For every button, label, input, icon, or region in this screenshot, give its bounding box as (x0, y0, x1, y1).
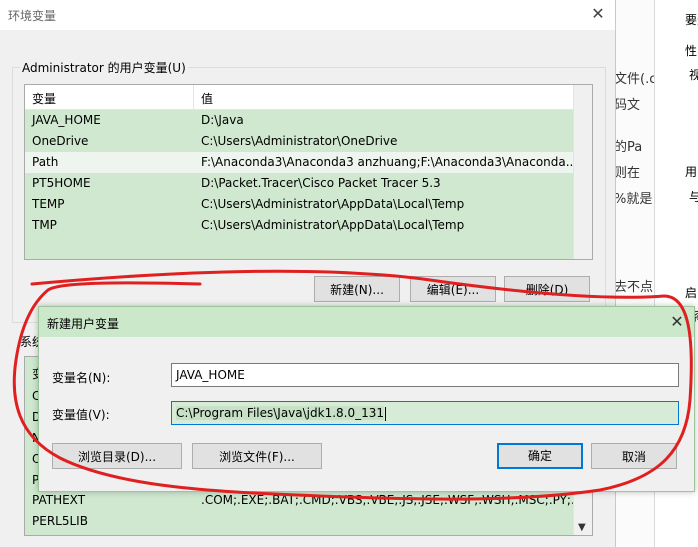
text-caret (385, 406, 387, 421)
background-text: 的Pa (614, 140, 643, 155)
panel-label: 性 (685, 44, 698, 58)
browse-file-button[interactable]: 浏览文件(F)... (192, 443, 322, 469)
panel-label: 要选 (685, 13, 698, 27)
variable-value: D:\Packet.Tracer\Cisco Packet Tracer 5.3 (201, 176, 441, 190)
variable-name-label: 变量名(N): (52, 371, 111, 385)
panel-label: 与 (689, 190, 698, 204)
column-header-variable[interactable]: 变量 (32, 90, 56, 107)
variable-value: F:\Anaconda3\Anaconda3 anzhuang;F:\Anaco… (201, 155, 578, 169)
browse-directory-button[interactable]: 浏览目录(D)... (52, 443, 182, 469)
selected-text: C:\Program Files\Java\jdk1.8.0_131 (176, 406, 385, 420)
background-text: 文件(.c (614, 72, 657, 87)
variable-name: PERL5LIB (32, 514, 88, 528)
window-title: 环境变量 (8, 9, 57, 23)
list-header: 变量 值 (25, 85, 573, 110)
variable-value: C:\Users\Administrator\OneDrive (201, 134, 398, 148)
panel-label: 视 (689, 68, 698, 82)
background-text: 则在 (614, 166, 641, 181)
table-row[interactable]: TEMP C:\Users\Administrator\AppData\Loca… (25, 194, 573, 215)
table-row[interactable]: JAVA_HOME D:\Java (25, 110, 573, 131)
table-row[interactable]: OneDrive C:\Users\Administrator\OneDrive (25, 131, 573, 152)
variable-name: OneDrive (32, 134, 89, 148)
new-user-variable-dialog: 新建用户变量 ✕ 变量名(N): JAVA_HOME 变量值(V): C:\Pr… (38, 306, 695, 492)
scroll-down-icon[interactable]: ▼ (578, 522, 586, 533)
edit-button[interactable]: 编辑(E)... (410, 276, 496, 302)
title-bar: 环境变量 ✕ (0, 0, 615, 30)
user-variables-label: Administrator 的用户变量(U) (20, 59, 188, 76)
variable-value-label: 变量值(V): (52, 408, 110, 422)
variable-name: PATHEXT (32, 493, 86, 507)
background-text: 去不点 (614, 280, 654, 295)
panel-label: 启 (685, 286, 698, 300)
close-icon[interactable]: ✕ (589, 4, 607, 24)
variable-name: Path (32, 155, 59, 169)
dialog-title: 新建用户变量 (47, 317, 120, 331)
background-text: %就是 (614, 192, 653, 207)
variable-name-input[interactable]: JAVA_HOME (171, 363, 679, 387)
user-variables-list[interactable]: 变量 值 JAVA_HOME D:\Java OneDrive C:\Users… (24, 84, 593, 260)
close-icon[interactable]: ✕ (668, 312, 686, 331)
delete-button[interactable]: 删除(D) (504, 276, 590, 302)
list-empty-area (25, 236, 573, 259)
cancel-button[interactable]: 取消 (591, 443, 677, 469)
variable-value-input[interactable]: C:\Program Files\Java\jdk1.8.0_131 (171, 401, 679, 425)
variable-value: D:\Java (201, 113, 244, 127)
background-text: 码文 (614, 98, 641, 113)
panel-label: 用 (685, 165, 698, 179)
ok-button[interactable]: 确定 (497, 443, 583, 469)
variable-value: .COM;.EXE;.BAT;.CMD;.VBS;.VBE;.JS;.JSE;.… (201, 493, 592, 507)
variable-name: JAVA_HOME (32, 113, 101, 127)
table-row[interactable]: PT5HOME D:\Packet.Tracer\Cisco Packet Tr… (25, 173, 573, 194)
user-variable-rows: JAVA_HOME D:\Java OneDrive C:\Users\Admi… (25, 110, 577, 259)
variable-name: PT5HOME (32, 176, 91, 190)
variable-value: C:\Users\Administrator\AppData\Local\Tem… (201, 218, 465, 232)
vertical-scrollbar[interactable] (573, 85, 592, 259)
variable-value: C:\Users\Administrator\AppData\Local\Tem… (201, 197, 465, 211)
table-row[interactable]: TMP C:\Users\Administrator\AppData\Local… (25, 215, 573, 236)
table-row[interactable]: PATHEXT .COM;.EXE;.BAT;.CMD;.VBS;.VBE;.J… (25, 490, 592, 511)
dialog-title-bar: 新建用户变量 ✕ (39, 307, 694, 337)
new-button[interactable]: 新建(N)... (314, 276, 400, 302)
variable-name: TMP (32, 218, 57, 232)
table-row[interactable]: Path F:\Anaconda3\Anaconda3 anzhuang;F:\… (25, 152, 577, 173)
column-divider (193, 85, 194, 109)
table-row[interactable]: PERL5LIB (25, 511, 573, 532)
column-header-value[interactable]: 值 (201, 90, 213, 107)
variable-name: TEMP (32, 197, 65, 211)
